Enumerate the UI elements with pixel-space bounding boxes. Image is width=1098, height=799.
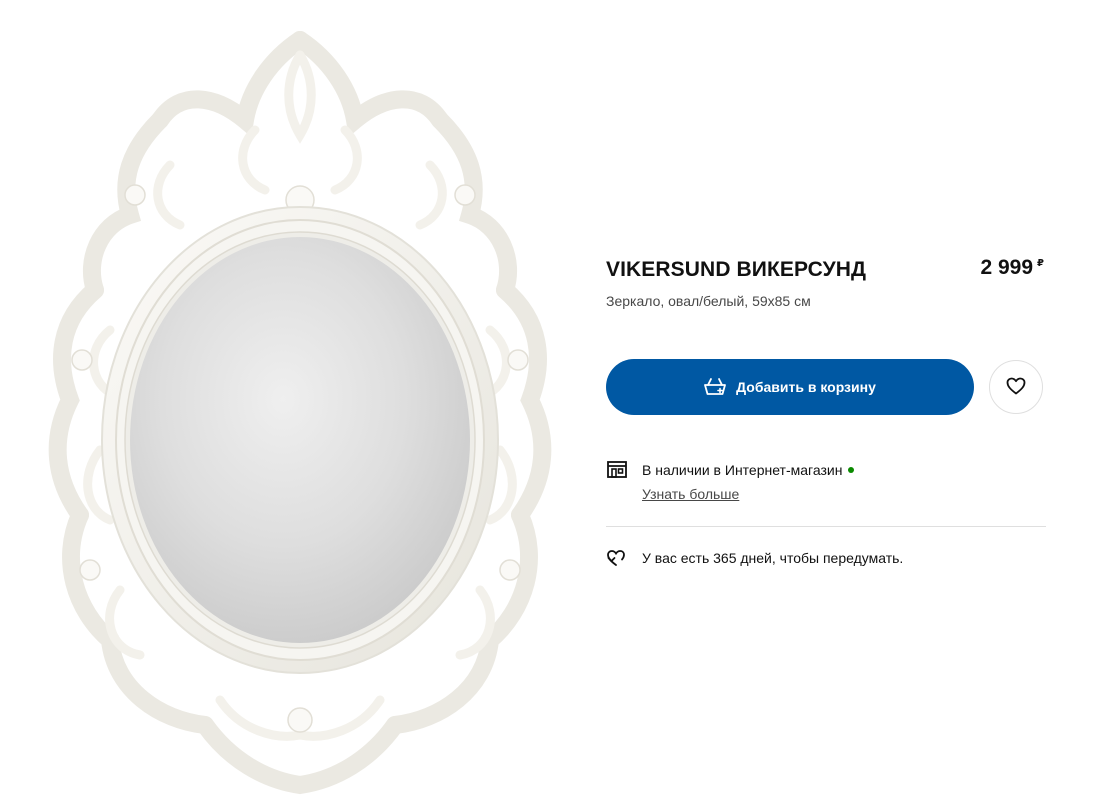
returns-policy: У вас есть 365 дней, чтобы передумать. xyxy=(606,549,1046,567)
product-info: VIKERSUND ВИКЕРСУНД 2 999 ₽ Зеркало, ова… xyxy=(606,250,1046,567)
product-image[interactable] xyxy=(0,0,590,799)
title-row: VIKERSUND ВИКЕРСУНД 2 999 ₽ xyxy=(606,250,1046,290)
product-description: Зеркало, овал/белый, 59x85 см xyxy=(606,293,811,309)
ornate-mirror-image xyxy=(48,31,552,795)
availability-line: В наличии в Интернет-магазин xyxy=(642,458,855,482)
price-currency: ₽ xyxy=(1037,258,1044,269)
returns-text: У вас есть 365 дней, чтобы передумать. xyxy=(642,550,904,566)
price-value: 2 999 xyxy=(980,256,1034,279)
product-name: VIKERSUND ВИКЕРСУНД xyxy=(606,258,867,281)
divider xyxy=(606,526,1046,527)
availability-text: В наличии в Интернет-магазин xyxy=(642,462,843,478)
add-to-cart-button[interactable]: Добавить в корзину xyxy=(606,359,974,415)
availability-text-block: В наличии в Интернет-магазин Узнать боль… xyxy=(642,458,855,506)
cart-add-icon xyxy=(704,378,727,396)
product-price: 2 999 ₽ xyxy=(980,256,1044,280)
return-heart-icon xyxy=(606,549,628,567)
purchase-actions: Добавить в корзину xyxy=(606,359,1046,415)
heart-icon xyxy=(1006,377,1026,398)
availability: В наличии в Интернет-магазин Узнать боль… xyxy=(606,458,1046,506)
in-stock-dot xyxy=(848,467,855,473)
add-to-cart-label: Добавить в корзину xyxy=(736,379,876,395)
product-page: VIKERSUND ВИКЕРСУНД 2 999 ₽ Зеркало, ова… xyxy=(0,0,1098,799)
learn-more-link[interactable]: Узнать больше xyxy=(642,482,854,506)
favourite-button[interactable] xyxy=(989,360,1043,414)
store-icon xyxy=(606,459,628,506)
